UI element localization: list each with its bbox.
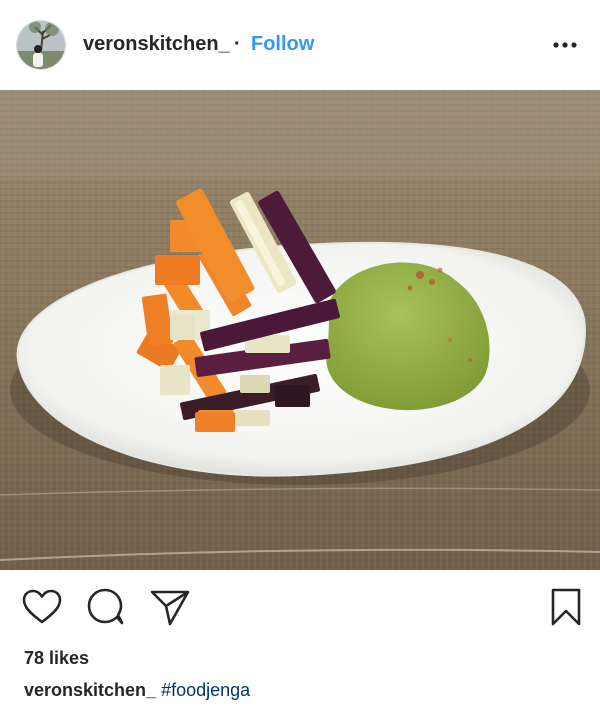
heart-icon[interactable] <box>20 586 64 630</box>
avatar[interactable] <box>16 20 66 70</box>
action-bar <box>0 586 600 630</box>
paper-plane-icon[interactable] <box>148 586 192 630</box>
follow-button[interactable]: Follow <box>251 33 314 56</box>
caption-username[interactable]: veronskitchen_ <box>24 680 156 700</box>
more-options-icon[interactable] <box>552 38 578 52</box>
caption-hashtag[interactable]: #foodjenga <box>161 680 250 700</box>
post-username[interactable]: veronskitchen_ <box>83 33 230 56</box>
avatar-image <box>17 21 65 69</box>
post-photo[interactable] <box>0 90 600 570</box>
post-caption: veronskitchen_ #foodjenga <box>24 680 250 701</box>
food-photo <box>0 90 600 570</box>
comment-bubble-icon[interactable] <box>84 586 128 630</box>
likes-count[interactable]: 78 likes <box>24 648 89 669</box>
separator-dot: · <box>234 33 241 55</box>
bookmark-icon[interactable] <box>544 586 588 630</box>
post-header: veronskitchen_ · Follow <box>0 0 600 90</box>
